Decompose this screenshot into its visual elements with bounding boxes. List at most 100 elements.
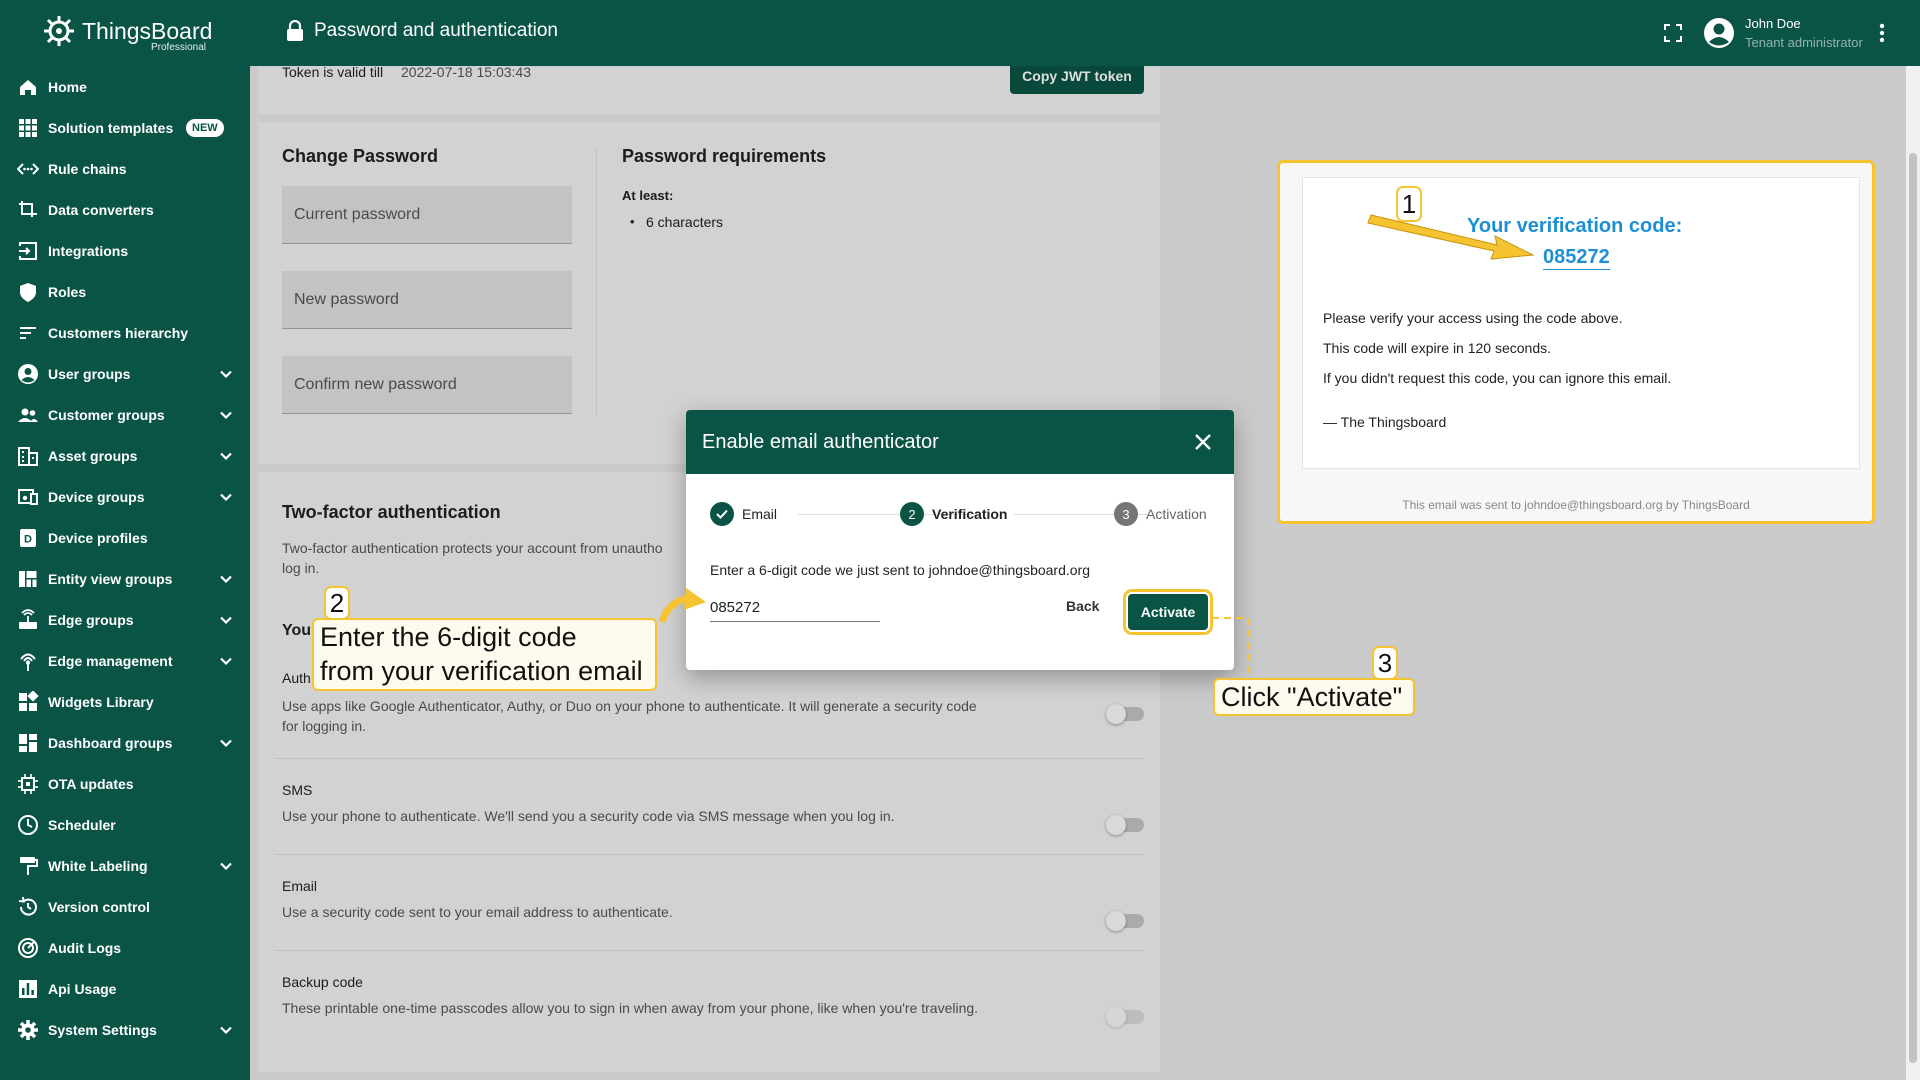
chevron-down-icon[interactable] bbox=[218, 366, 234, 382]
sidebar-item-label: Audit Logs bbox=[48, 939, 122, 956]
page-title-text: Password and authentication bbox=[314, 20, 558, 41]
sidebar-item-label: Rule chains bbox=[48, 160, 127, 177]
new-badge: NEW bbox=[186, 118, 224, 137]
step-email-label: Email bbox=[742, 506, 778, 522]
devices-other-icon bbox=[17, 486, 39, 508]
sidebar-item-edge-management[interactable]: Edge management bbox=[0, 640, 250, 681]
verification-email-preview: Your verification code: 085272 Please ve… bbox=[1277, 160, 1875, 524]
router-icon bbox=[17, 608, 39, 631]
sidebar-item-label: Asset groups bbox=[48, 447, 138, 464]
chevron-down-icon[interactable] bbox=[218, 1022, 234, 1038]
chevron-down-icon[interactable] bbox=[218, 489, 234, 505]
settings-ethernet-icon bbox=[17, 158, 39, 180]
sidebar-item-label: Data converters bbox=[48, 201, 154, 218]
callout-click-activate: Click "Activate" bbox=[1213, 678, 1415, 716]
schedule-icon bbox=[17, 814, 39, 836]
sidebar-item-scheduler[interactable]: Scheduler bbox=[0, 804, 250, 845]
sidebar-item-system-settings[interactable]: System Settings bbox=[0, 1009, 250, 1050]
sidebar-item-label: Widgets Library bbox=[48, 693, 154, 710]
back-button[interactable]: Back bbox=[1066, 598, 1099, 614]
sidebar-item-entity-view-groups[interactable]: Entity view groups bbox=[0, 558, 250, 599]
history-icon bbox=[17, 896, 39, 918]
user-name[interactable]: John Doe bbox=[1745, 16, 1801, 31]
callout-enter-code-line1: Enter the 6-digit code bbox=[320, 622, 577, 652]
memory-icon bbox=[17, 773, 39, 795]
sidebar-item-customers-hierarchy[interactable]: Customers hierarchy bbox=[0, 312, 250, 353]
view-quilt-icon bbox=[17, 568, 39, 590]
verification-instruction: Enter a 6-digit code we just sent to joh… bbox=[710, 562, 1091, 578]
verification-code-input[interactable]: 085272 bbox=[710, 596, 880, 622]
home-icon bbox=[17, 76, 39, 98]
sidebar-item-ota-updates[interactable]: OTA updates bbox=[0, 763, 250, 804]
sidebar-item-home[interactable]: Home bbox=[0, 66, 250, 107]
chevron-down-icon[interactable] bbox=[218, 407, 234, 423]
email-title: Your verification code: bbox=[1467, 215, 1683, 237]
sidebar-item-api-usage[interactable]: Api Usage bbox=[0, 968, 250, 1009]
sidebar-item-dashboard-groups[interactable]: Dashboard groups bbox=[0, 722, 250, 763]
sidebar-item-rule-chains[interactable]: Rule chains bbox=[0, 148, 250, 189]
dashboards-icon bbox=[17, 732, 39, 754]
sidebar-item-roles[interactable]: Roles bbox=[0, 271, 250, 312]
chevron-down-icon[interactable] bbox=[218, 448, 234, 464]
email-line-3: If you didn't request this code, you can… bbox=[1323, 370, 1672, 386]
email-verification-code: 085272 bbox=[1543, 246, 1610, 270]
logo[interactable]: ThingsBoard Professional bbox=[42, 14, 212, 53]
sidebar-item-label: Api Usage bbox=[48, 980, 117, 997]
sidebar-item-widgets-library[interactable]: Widgets Library bbox=[0, 681, 250, 722]
activate-button[interactable]: Activate bbox=[1128, 594, 1208, 630]
email-footer: This email was sent to johndoe@thingsboa… bbox=[1402, 498, 1750, 512]
chevron-down-icon[interactable] bbox=[218, 612, 234, 628]
email-signature: — The Thingsboard bbox=[1323, 414, 1447, 430]
sidebar-item-user-groups[interactable]: User groups bbox=[0, 353, 250, 394]
sidebar-item-device-groups[interactable]: Device groups bbox=[0, 476, 250, 517]
sidebar-item-customer-groups[interactable]: Customer groups bbox=[0, 394, 250, 435]
track-changes-icon bbox=[17, 937, 39, 959]
widgets-icon bbox=[17, 690, 39, 713]
sidebar-item-edge-groups[interactable]: Edge groups bbox=[0, 599, 250, 640]
sidebar-item-label: Solution templates bbox=[48, 119, 174, 136]
chevron-down-icon[interactable] bbox=[218, 735, 234, 751]
sidebar-item-asset-groups[interactable]: Asset groups bbox=[0, 435, 250, 476]
logo-text: ThingsBoard bbox=[82, 18, 213, 44]
chevron-down-icon[interactable] bbox=[218, 653, 234, 669]
thingsboard-logo-icon bbox=[44, 16, 74, 46]
sidebar-item-label: User groups bbox=[48, 365, 131, 382]
svg-text:D: D bbox=[24, 533, 32, 545]
user-avatar-icon[interactable] bbox=[1703, 17, 1735, 49]
more-vert-icon[interactable] bbox=[1876, 22, 1888, 44]
sidebar-item-label: Integrations bbox=[48, 242, 129, 259]
lock-icon bbox=[287, 20, 303, 41]
sidebar-item-audit-logs[interactable]: Audit Logs bbox=[0, 927, 250, 968]
sidebar-item-device-profiles[interactable]: D Device profiles bbox=[0, 517, 250, 558]
sidebar-item-integrations[interactable]: Integrations bbox=[0, 230, 250, 271]
transform-icon bbox=[17, 199, 39, 221]
security-icon bbox=[17, 281, 39, 303]
callout-enter-code-line2: from your verification email bbox=[320, 656, 643, 686]
sidebar-item-label: Device profiles bbox=[48, 529, 148, 546]
callout-number-1: 1 bbox=[1396, 186, 1422, 222]
sidebar-item-data-converters[interactable]: Data converters bbox=[0, 189, 250, 230]
sidebar: Home Solution templates NEW Rule chains Data… bbox=[0, 66, 250, 1080]
fullscreen-icon[interactable] bbox=[1663, 23, 1683, 43]
close-icon[interactable] bbox=[1193, 432, 1213, 452]
chevron-down-icon[interactable] bbox=[218, 571, 234, 587]
logo-subtitle: Professional bbox=[151, 42, 207, 53]
scrollbar-thumb[interactable] bbox=[1909, 153, 1917, 1063]
chevron-down-icon[interactable] bbox=[218, 858, 234, 874]
supervisor-account-icon bbox=[17, 404, 39, 426]
sidebar-item-label: Home bbox=[48, 78, 87, 95]
sidebar-item-label: System Settings bbox=[48, 1021, 157, 1038]
sidebar-item-version-control[interactable]: Version control bbox=[0, 886, 250, 927]
email-body: Your verification code: 085272 Please ve… bbox=[1302, 177, 1860, 469]
email-line-1: Please verify your access using the code… bbox=[1323, 310, 1623, 326]
account-circle-icon bbox=[17, 363, 39, 385]
settings-input-antenna-icon bbox=[17, 650, 39, 672]
page-title: Password and authentication bbox=[285, 20, 558, 42]
step-verification-number: 2 bbox=[900, 502, 924, 526]
dialog-header: Enable email authenticator bbox=[686, 410, 1234, 474]
callout-number-3: 3 bbox=[1372, 646, 1398, 680]
format-paint-icon bbox=[17, 855, 39, 877]
sidebar-item-label: OTA updates bbox=[48, 775, 134, 792]
sidebar-item-solution-templates[interactable]: Solution templates NEW bbox=[0, 107, 250, 148]
sidebar-item-white-labeling[interactable]: White Labeling bbox=[0, 845, 250, 886]
